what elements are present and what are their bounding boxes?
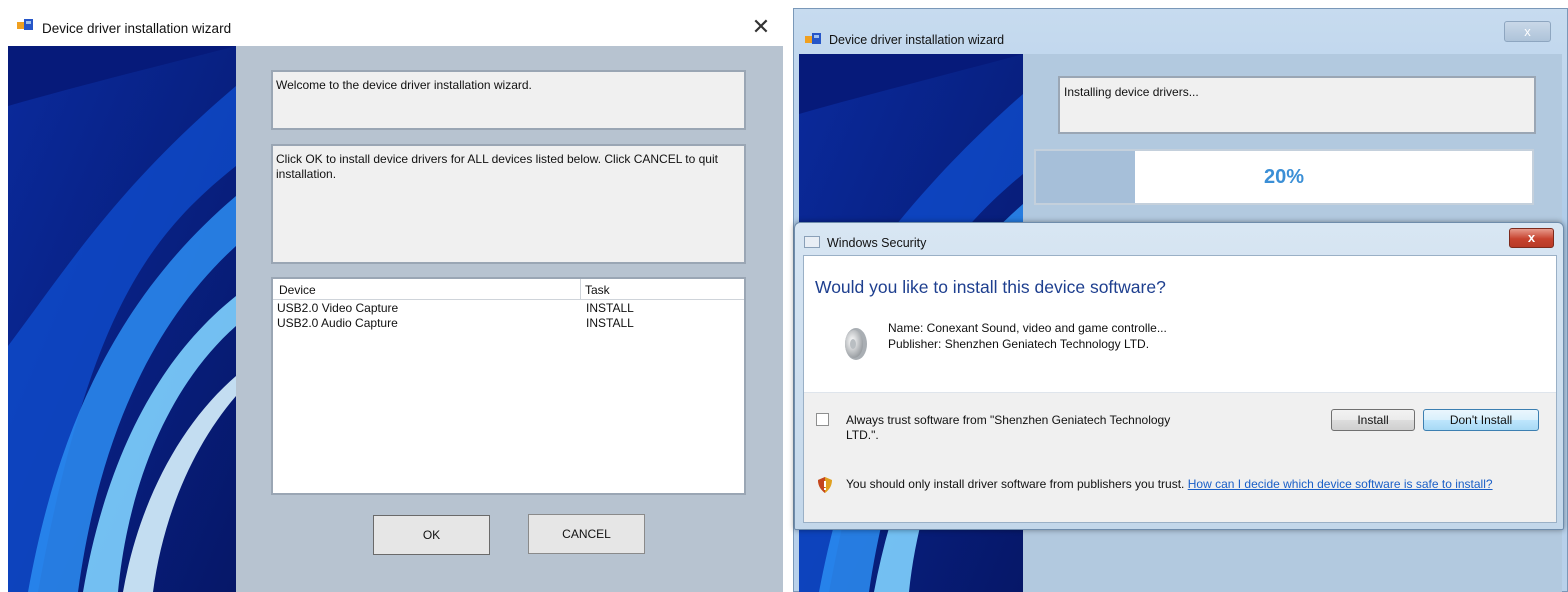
help-link[interactable]: How can I decide which device software i… bbox=[1188, 477, 1493, 491]
wizard-banner bbox=[8, 46, 236, 592]
status-message: Installing device drivers... bbox=[1058, 76, 1536, 134]
install-button[interactable]: Install bbox=[1331, 409, 1415, 431]
app-icon bbox=[805, 33, 821, 44]
column-header-device[interactable]: Device bbox=[279, 283, 316, 297]
dialog-title: Windows Security bbox=[827, 236, 927, 250]
always-trust-label[interactable]: Always trust software from "Shenzhen Gen… bbox=[846, 413, 1206, 443]
close-icon[interactable]: ✕ bbox=[748, 14, 774, 40]
close-icon[interactable]: x bbox=[1504, 21, 1551, 42]
window-title: Device driver installation wizard bbox=[829, 33, 1005, 47]
dialog-content: Would you like to install this device so… bbox=[803, 255, 1557, 523]
close-icon[interactable]: x bbox=[1509, 228, 1554, 248]
list-item[interactable]: USB2.0 Audio Capture INSTALL bbox=[273, 316, 744, 331]
dont-install-button[interactable]: Don't Install bbox=[1423, 409, 1539, 431]
app-icon bbox=[804, 236, 820, 248]
app-icon bbox=[17, 19, 33, 30]
ok-button[interactable]: OK bbox=[373, 515, 490, 555]
shield-icon bbox=[818, 477, 832, 493]
publisher-line: Publisher: Shenzhen Geniatech Technology… bbox=[888, 337, 1150, 351]
instruction-message: Click OK to install device drivers for A… bbox=[271, 144, 746, 264]
device-list[interactable]: Device Task USB2.0 Video Capture INSTALL… bbox=[271, 277, 746, 495]
device-name: USB2.0 Video Capture bbox=[277, 301, 399, 315]
warning-message: You should only install driver software … bbox=[846, 477, 1546, 492]
welcome-message: Welcome to the device driver installatio… bbox=[271, 70, 746, 130]
device-name-line: Name: Conexant Sound, video and game con… bbox=[888, 321, 1167, 335]
always-trust-checkbox[interactable] bbox=[816, 413, 829, 426]
speaker-icon bbox=[845, 328, 867, 360]
device-task: INSTALL bbox=[586, 316, 634, 330]
device-name: USB2.0 Audio Capture bbox=[277, 316, 398, 330]
security-dialog: Windows Security x Would you like to ins… bbox=[794, 222, 1564, 530]
cancel-button[interactable]: CANCEL bbox=[528, 514, 645, 554]
wizard-window-left: Device driver installation wizard ✕ Welc… bbox=[0, 0, 783, 592]
device-task: INSTALL bbox=[586, 301, 634, 315]
column-divider[interactable] bbox=[580, 279, 581, 299]
title-bar: Device driver installation wizard ✕ bbox=[0, 0, 783, 46]
dialog-footer: Always trust software from "Shenzhen Gen… bbox=[804, 393, 1556, 522]
progress-percent: 20% bbox=[1263, 166, 1305, 188]
device-info: Name: Conexant Sound, video and game con… bbox=[888, 320, 1167, 352]
wizard-body: Welcome to the device driver installatio… bbox=[8, 46, 783, 592]
list-item[interactable]: USB2.0 Video Capture INSTALL bbox=[273, 301, 744, 316]
warning-text: You should only install driver software … bbox=[846, 477, 1185, 491]
list-header: Device Task bbox=[273, 279, 744, 300]
install-question: Would you like to install this device so… bbox=[815, 277, 1166, 297]
window-title: Device driver installation wizard bbox=[42, 21, 232, 36]
progress-bar: 20% bbox=[1034, 149, 1534, 205]
column-header-task[interactable]: Task bbox=[585, 283, 610, 297]
